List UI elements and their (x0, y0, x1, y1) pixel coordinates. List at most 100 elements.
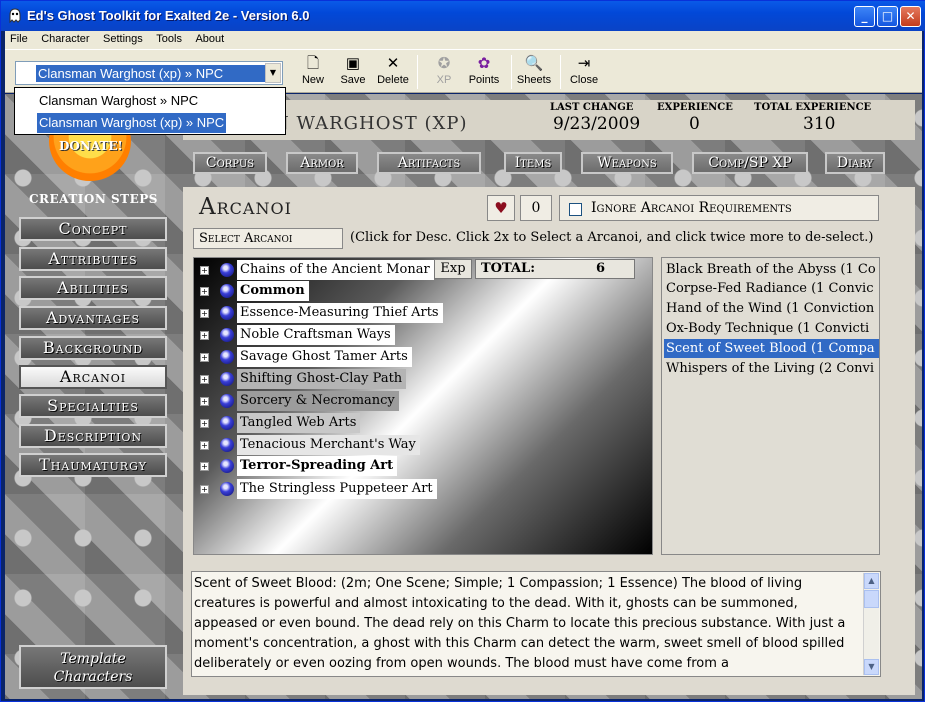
expand-icon[interactable]: + (200, 287, 209, 296)
charm-list[interactable]: Black Breath of the Abyss (1 Co Corpse-F… (661, 257, 880, 555)
tree-item-label: Noble Craftsman Ways (237, 325, 395, 345)
step-advantages[interactable]: Advantages (19, 306, 167, 330)
step-abilities[interactable]: Abilities (19, 276, 167, 300)
tab-artifacts[interactable]: Artifacts (377, 152, 481, 174)
section-tabs: Corpus Armor Artifacts Items Weapons Com… (183, 147, 915, 179)
list-item[interactable]: Hand of the Wind (1 Conviction (664, 299, 879, 318)
step-specialties[interactable]: Specialties (19, 394, 167, 418)
select-arcanoi-hint: (Click for Desc. Click 2x to Select a Ar… (350, 230, 874, 245)
sheets-button[interactable]: 🔍 Sheets (515, 54, 553, 92)
expand-icon[interactable]: + (200, 419, 209, 428)
expand-icon[interactable]: + (200, 375, 209, 384)
list-item[interactable]: Corpse-Fed Radiance (1 Convic (664, 279, 879, 298)
ignore-requirements-checkbox[interactable] (569, 203, 582, 216)
menu-file[interactable]: File (5, 31, 33, 47)
close-window-button[interactable]: ✕ (900, 6, 921, 27)
ignore-requirements-option[interactable]: Ignore Arcanoi Requirements (559, 195, 879, 221)
arcanoi-tree[interactable]: + Chains of the Ancient Monar + Common + Es… (193, 257, 653, 555)
save-button[interactable]: ▣ Save (339, 54, 367, 92)
list-item[interactable]: Whispers of the Living (2 Convi (664, 359, 879, 378)
scroll-up-icon[interactable]: ▲ (864, 573, 879, 589)
expand-icon[interactable]: + (200, 266, 209, 275)
step-attributes[interactable]: Attributes (19, 247, 167, 271)
step-thaumaturgy[interactable]: Thaumaturgy (19, 453, 167, 477)
scroll-down-icon[interactable]: ▼ (864, 659, 879, 675)
scroll-thumb[interactable] (864, 590, 879, 608)
window-title: Ed's Ghost Toolkit for Exalted 2e - Vers… (27, 8, 310, 23)
expand-icon[interactable]: + (200, 485, 209, 494)
title-bar[interactable]: Ed's Ghost Toolkit for Exalted 2e - Vers… (1, 1, 925, 31)
heart-icon[interactable]: ♥ (487, 195, 515, 221)
xp-icon: ✪ (437, 55, 451, 72)
app-window: Ed's Ghost Toolkit for Exalted 2e - Vers… (0, 0, 925, 702)
chevron-down-icon[interactable]: ▼ (265, 63, 281, 83)
list-item[interactable]: Black Breath of the Abyss (1 Co (664, 260, 879, 279)
close-button[interactable]: ⇥ Close (569, 54, 599, 92)
list-item-selected[interactable]: Scent of Sweet Blood (1 Compa (664, 339, 879, 358)
experience-label: EXPERIENCE (657, 102, 733, 113)
step-concept[interactable]: Concept (19, 217, 167, 241)
arcanoi-title: Arcanoi (199, 194, 292, 220)
ghost-app-icon (7, 8, 23, 24)
expand-icon[interactable]: + (200, 331, 209, 340)
delete-label: Delete (377, 74, 409, 86)
save-label: Save (340, 74, 366, 86)
tree-item-label: Savage Ghost Tamer Arts (237, 347, 412, 367)
charm-description[interactable]: Scent of Sweet Blood: (2m; One Scene; Si… (191, 571, 881, 677)
character-name: N WARGHOST (XP) (273, 113, 468, 134)
menu-about[interactable]: About (190, 31, 229, 47)
expand-icon[interactable]: + (200, 397, 209, 406)
new-button[interactable]: 🗋 New (299, 54, 327, 92)
tab-items[interactable]: Items (504, 152, 562, 174)
charm-description-text: Scent of Sweet Blood: (2m; One Scene; Si… (194, 576, 846, 671)
expand-icon[interactable]: + (200, 309, 209, 318)
last-change-label: LAST CHANGE (550, 102, 634, 113)
step-description[interactable]: Description (19, 424, 167, 448)
experience-value: 0 (689, 114, 700, 134)
essence-value: 0 (520, 195, 552, 221)
new-label: New (301, 74, 324, 86)
delete-button[interactable]: ✕ Delete (375, 54, 411, 92)
expand-icon[interactable]: + (200, 441, 209, 450)
maximize-button[interactable]: □ (877, 6, 898, 27)
close-label: Close (569, 74, 599, 86)
tree-item-label: Chains of the Ancient Monar (237, 260, 434, 280)
donate-label: DONATE! (59, 139, 123, 153)
points-button[interactable]: ✿ Points (467, 54, 501, 92)
character-select[interactable]: Clansman Warghost (xp) » NPC ▼ (15, 61, 283, 85)
sheets-label: Sheets (516, 74, 552, 86)
dropdown-option-selected[interactable]: Clansman Warghost (xp) » NPC (37, 113, 227, 133)
tree-item-label: Sorcery & Necromancy (237, 391, 399, 411)
tab-corpus[interactable]: Corpus (193, 152, 267, 174)
xp-button[interactable]: ✪ XP (431, 54, 457, 92)
menu-tools[interactable]: Tools (151, 31, 187, 47)
tab-comp-sp-xp[interactable]: Comp/SP XP (692, 152, 808, 174)
dropdown-option[interactable]: Clansman Warghost » NPC (37, 91, 200, 111)
tab-diary[interactable]: Diary (825, 152, 885, 174)
menu-character[interactable]: Character (36, 31, 94, 47)
points-icon: ✿ (477, 55, 491, 72)
expand-icon[interactable]: + (200, 353, 209, 362)
step-arcanoi[interactable]: Arcanoi (19, 365, 167, 389)
exp-button[interactable]: Exp (434, 259, 472, 279)
toolbar-separator (417, 55, 418, 89)
menu-settings[interactable]: Settings (98, 31, 148, 47)
total-display: TOTAL: 6 (475, 259, 635, 279)
exit-door-icon: ⇥ (577, 55, 591, 72)
select-arcanoi-label: Select Arcanoi (193, 228, 343, 249)
total-experience-label: TOTAL EXPERIENCE (754, 102, 872, 113)
new-document-icon: 🗋 (306, 55, 320, 72)
tree-item-label: Tangled Web Arts (237, 413, 361, 433)
xp-label: XP (436, 74, 452, 86)
step-background[interactable]: Background (19, 336, 167, 360)
expand-icon[interactable]: + (200, 462, 209, 471)
minimize-button[interactable]: _ (854, 6, 875, 27)
tab-weapons[interactable]: Weapons (581, 152, 673, 174)
list-item[interactable]: Ox-Body Technique (1 Convicti (664, 319, 879, 338)
toolbar-separator (560, 55, 561, 89)
total-label: TOTAL: (481, 261, 535, 276)
template-characters-button[interactable]: Template Characters (19, 645, 167, 689)
description-scrollbar[interactable]: ▲ ▼ (863, 573, 879, 675)
tab-armor[interactable]: Armor (286, 152, 358, 174)
gem-icon (220, 350, 234, 364)
